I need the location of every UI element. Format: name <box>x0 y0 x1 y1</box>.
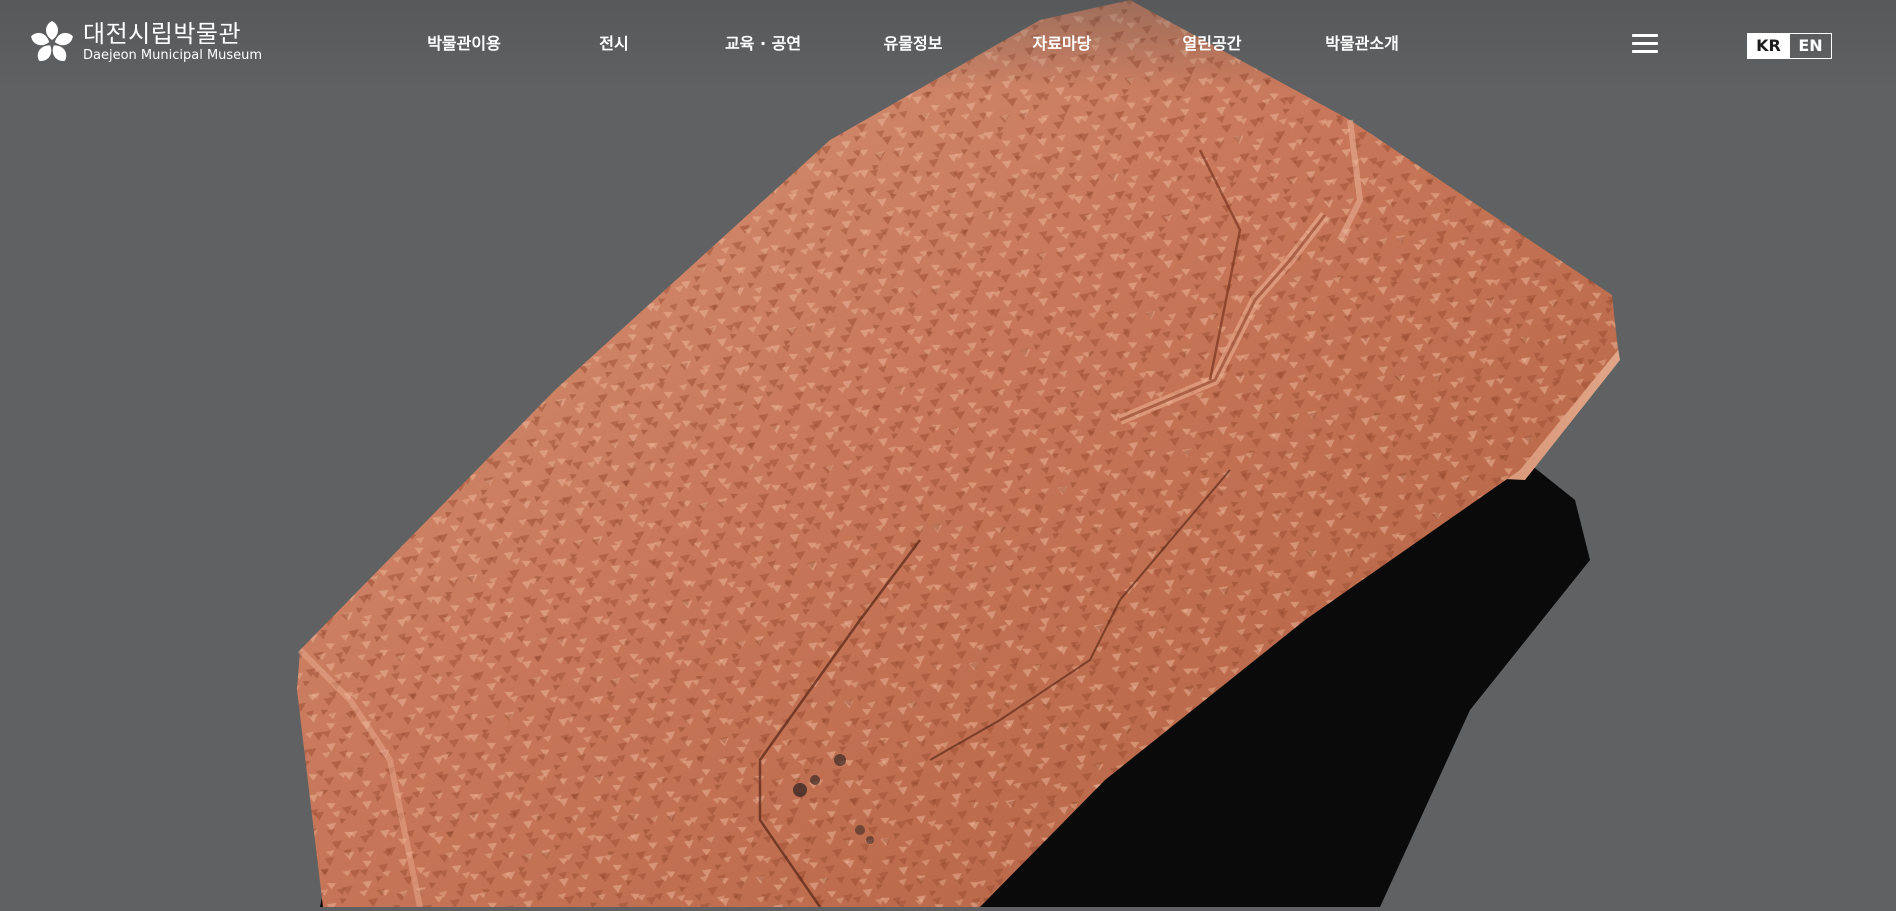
museum-logo[interactable]: 대전시립박물관 Daejeon Municipal Museum <box>28 18 262 66</box>
nav-item-education-performance[interactable]: 교육 · 공연 <box>683 33 843 55</box>
nav-item-about-museum[interactable]: 박물관소개 <box>1282 33 1442 55</box>
site-header: 대전시립박물관 Daejeon Municipal Museum 박물관이용 전… <box>0 0 1896 90</box>
nav-item-artifact-info[interactable]: 유물정보 <box>833 33 993 55</box>
language-switcher: KR EN <box>1747 33 1832 59</box>
hero-clay-tablet-image <box>297 0 1620 908</box>
star-blossom-icon <box>31 21 73 61</box>
nav-item-exhibition[interactable]: 전시 <box>534 33 694 55</box>
hero-banner <box>0 0 1896 908</box>
museum-name-kr: 대전시립박물관 <box>83 20 242 48</box>
nav-item-museum-use[interactable]: 박물관이용 <box>384 33 544 55</box>
hamburger-menu-icon[interactable] <box>1630 32 1660 56</box>
museum-name-en: Daejeon Municipal Museum <box>83 48 263 63</box>
language-kr-button[interactable]: KR <box>1747 33 1790 59</box>
nav-item-open-space[interactable]: 열린공간 <box>1132 33 1292 55</box>
nav-item-resources[interactable]: 자료마당 <box>982 33 1142 55</box>
language-en-button[interactable]: EN <box>1790 33 1832 59</box>
